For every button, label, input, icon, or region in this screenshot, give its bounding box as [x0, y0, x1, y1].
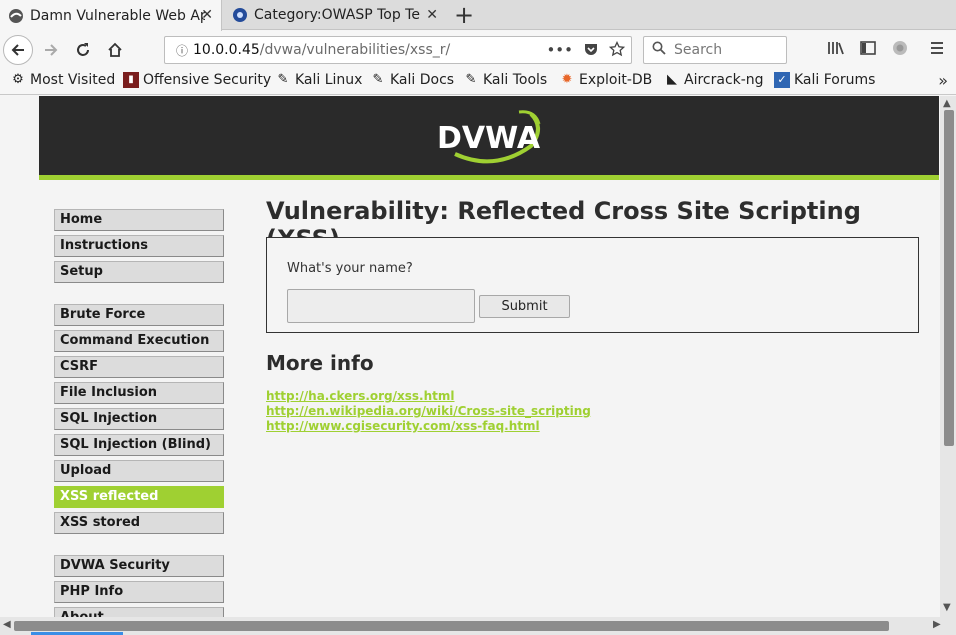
kali-dragon-icon: ✎ — [465, 72, 477, 87]
tab-dvwa[interactable]: Damn Vulnerable Web Ap ✕ — [0, 0, 222, 31]
bookmark-label: Kali Tools — [483, 72, 548, 88]
menu-item-about[interactable]: About — [54, 607, 224, 617]
bookmark-kali-docs[interactable]: ✎ Kali Docs — [370, 72, 455, 88]
menu-item-upload[interactable]: Upload — [54, 460, 224, 482]
name-input[interactable] — [287, 289, 475, 323]
offsec-icon: ▮ — [123, 72, 139, 88]
link-cgisecurity-xss-faq[interactable]: http://www.cgisecurity.com/xss-faq.html — [266, 419, 919, 434]
library-icon[interactable] — [827, 40, 845, 60]
bookmark-label: Aircrack-ng — [684, 72, 764, 88]
menu-item-php-info[interactable]: PHP Info — [54, 581, 224, 603]
scroll-right-arrow-icon[interactable]: ▶ — [933, 619, 941, 630]
page-viewport: DVWA Home Instructions Setup Brute Force… — [0, 96, 940, 617]
bookmark-most-visited[interactable]: ⚙ Most Visited — [10, 72, 115, 88]
tab-owasp[interactable]: Category:OWASP Top Te ✕ — [224, 0, 446, 30]
bookmark-label: Most Visited — [30, 72, 116, 88]
info-icon[interactable]: ⓘ — [171, 42, 193, 59]
bookmark-label: Kali Docs — [390, 72, 455, 88]
menu-item-xss-reflected[interactable]: XSS reflected — [54, 486, 224, 508]
bookmark-label: Offensive Security — [143, 72, 272, 88]
scroll-down-arrow-icon[interactable]: ▼ — [943, 602, 951, 613]
close-tab-icon[interactable]: ✕ — [201, 7, 213, 23]
main-content: Vulnerability: Reflected Cross Site Scri… — [266, 197, 919, 434]
tab-title: Category:OWASP Top Te — [254, 7, 420, 23]
url-host: 10.0.0.45 — [193, 42, 260, 58]
forward-button[interactable] — [36, 35, 66, 65]
menu-item-setup[interactable]: Setup — [54, 261, 224, 283]
dvwa-logo: DVWA — [437, 110, 541, 164]
tab-bar: Damn Vulnerable Web Ap ✕ Category:OWASP … — [0, 0, 956, 31]
link-wikipedia-xss[interactable]: http://en.wikipedia.org/wiki/Cross-site_… — [266, 404, 919, 419]
search-icon — [652, 41, 666, 59]
submit-button[interactable]: Submit — [479, 295, 570, 318]
kali-dragon-icon: ✎ — [372, 72, 384, 87]
bookmark-star-icon[interactable] — [609, 41, 625, 57]
bookmark-exploit-db[interactable]: ✹ Exploit-DB — [559, 72, 653, 88]
search-placeholder: Search — [674, 42, 723, 58]
page-title: Vulnerability: Reflected Cross Site Scri… — [266, 197, 861, 253]
navigation-bar: ⓘ 10.0.0.45/dvwa/vulnerabilities/xss_r/ … — [0, 31, 956, 69]
bookmark-kali-tools[interactable]: ✎ Kali Tools — [463, 72, 548, 88]
menu-item-csrf[interactable]: CSRF — [54, 356, 224, 378]
kali-forums-icon: ✓ — [774, 72, 790, 88]
reload-button[interactable] — [68, 35, 98, 65]
bookmark-label: Kali Linux — [295, 72, 363, 88]
menu-item-instructions[interactable]: Instructions — [54, 235, 224, 257]
bookmark-aircrack-ng[interactable]: ◣ Aircrack-ng — [664, 72, 764, 88]
logo-text: DVWA — [437, 121, 541, 156]
search-bar[interactable]: Search — [643, 36, 787, 64]
url-path: /dvwa/vulnerabilities/xss_r/ — [259, 42, 451, 58]
bookmark-kali-forums[interactable]: ✓ Kali Forums — [774, 72, 875, 88]
bookmark-label: Kali Forums — [794, 72, 876, 88]
name-question-label: What's your name? — [287, 261, 413, 276]
sidebar-menu: Home Instructions Setup Brute Force Comm… — [54, 209, 224, 617]
more-info-heading: More info — [266, 351, 374, 375]
home-button[interactable] — [100, 35, 130, 65]
new-tab-button[interactable]: + — [452, 1, 476, 29]
arrow-right-icon — [45, 44, 58, 56]
home-icon — [108, 42, 122, 57]
menu-item-sql-injection-blind[interactable]: SQL Injection (Blind) — [54, 434, 224, 456]
vertical-scrollbar[interactable]: ▲ ▼ — [940, 96, 956, 617]
scroll-up-arrow-icon[interactable]: ▲ — [943, 98, 951, 109]
dvwa-body: Home Instructions Setup Brute Force Comm… — [39, 185, 939, 617]
vertical-scroll-thumb[interactable] — [944, 110, 954, 446]
bookmark-kali-linux[interactable]: ✎ Kali Linux — [275, 72, 363, 88]
menu-item-sql-injection[interactable]: SQL Injection — [54, 408, 224, 430]
hamburger-menu-icon[interactable] — [930, 40, 944, 59]
xss-form-box: What's your name? Submit — [266, 237, 919, 333]
gear-icon: ⚙ — [12, 72, 24, 87]
reload-icon — [77, 43, 89, 56]
menu-item-command-execution[interactable]: Command Execution — [54, 330, 224, 352]
dvwa-favicon-icon — [9, 8, 23, 23]
horizontal-scrollbar[interactable]: ◀ ▶ — [0, 617, 956, 635]
close-tab-icon[interactable]: ✕ — [426, 7, 438, 23]
menu-item-file-inclusion[interactable]: File Inclusion — [54, 382, 224, 404]
menu-item-home[interactable]: Home — [54, 209, 224, 231]
back-button[interactable] — [3, 35, 33, 65]
url-bar[interactable]: ⓘ 10.0.0.45/dvwa/vulnerabilities/xss_r/ … — [164, 36, 632, 64]
dvwa-header: DVWA — [39, 96, 939, 180]
arrow-left-icon — [11, 44, 24, 56]
kali-dragon-icon: ✎ — [277, 72, 289, 87]
bookmarks-toolbar: ⚙ Most Visited ▮ Offensive Security ✎ Kali … — [0, 69, 956, 95]
extension-icon[interactable] — [892, 40, 908, 60]
more-info-links: http://ha.ckers.org/xss.html http://en.w… — [266, 389, 919, 434]
owasp-favicon-icon — [233, 8, 247, 22]
exploitdb-icon: ✹ — [561, 72, 573, 87]
bookmark-label: Exploit-DB — [579, 72, 653, 88]
scroll-left-arrow-icon[interactable]: ◀ — [3, 619, 11, 630]
page-actions-icon[interactable]: ••• — [546, 41, 573, 59]
chevron-more-icon[interactable]: » — [938, 71, 948, 90]
tab-title: Damn Vulnerable Web Ap — [30, 7, 205, 24]
menu-item-brute-force[interactable]: Brute Force — [54, 304, 224, 326]
bookmark-offensive-security[interactable]: ▮ Offensive Security — [123, 72, 271, 88]
aircrack-icon: ◣ — [667, 72, 677, 87]
link-ha-ckers-xss[interactable]: http://ha.ckers.org/xss.html — [266, 389, 919, 404]
pocket-icon[interactable] — [583, 41, 599, 57]
horizontal-scroll-thumb[interactable] — [14, 621, 889, 631]
menu-item-dvwa-security[interactable]: DVWA Security — [54, 555, 224, 577]
menu-item-xss-stored[interactable]: XSS stored — [54, 512, 224, 534]
sidebar-icon[interactable] — [860, 40, 876, 60]
